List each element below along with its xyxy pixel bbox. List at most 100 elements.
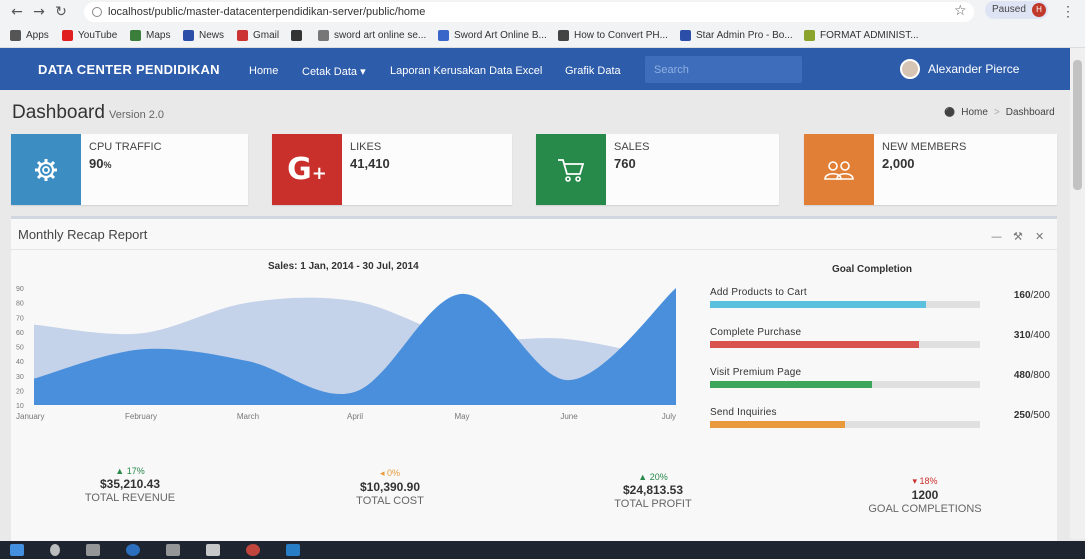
goal-label: Visit Premium Page	[710, 367, 802, 378]
goal-current: 250	[1013, 410, 1031, 421]
search-icon[interactable]	[50, 544, 60, 556]
nav-home[interactable]: Home	[249, 65, 278, 77]
chrome-icon[interactable]	[246, 544, 260, 556]
bookmark-item[interactable]: How to Convert PH...	[558, 30, 668, 41]
profile-paused-button[interactable]: Paused H	[985, 1, 1048, 19]
bookmark-item[interactable]: FORMAT ADMINIST...	[804, 30, 919, 41]
x-tick-label: March	[237, 412, 259, 421]
breadcrumb-home[interactable]: Home	[961, 107, 988, 118]
bookmark-label: News	[199, 30, 225, 41]
y-tick-label: 90	[16, 286, 24, 293]
goal-current: 480	[1013, 370, 1031, 381]
forward-icon[interactable]: →	[28, 4, 50, 20]
info-box-icon	[536, 134, 606, 205]
info-box-label: NEW MEMBERS	[882, 141, 967, 153]
stat-amount: 1200	[911, 488, 939, 502]
info-box-label: LIKES	[350, 141, 382, 153]
y-tick-label: 50	[16, 345, 24, 352]
bookmark-favicon-icon	[130, 30, 141, 41]
scrollbar-thumb[interactable]	[1073, 60, 1082, 190]
goal-progress-track	[710, 341, 980, 348]
goal-completion-title: Goal Completion	[832, 264, 912, 275]
bookmark-item[interactable]	[291, 30, 307, 41]
breadcrumb: ⚫ Home > Dashboard	[944, 107, 1055, 118]
bookmark-label: YouTube	[78, 30, 118, 41]
goal-progress-track	[710, 301, 980, 308]
x-tick-label: June	[560, 412, 578, 421]
dashboard-icon: ⚫	[944, 107, 956, 117]
page-subtitle: Version 2.0	[109, 109, 165, 121]
bookmark-item[interactable]: YouTube	[62, 30, 117, 41]
bookmark-item[interactable]: Star Admin Pro - Bo...	[680, 30, 793, 41]
bookmark-item[interactable]: Maps	[130, 30, 170, 41]
goal-total: /500	[1030, 410, 1050, 421]
nav-cetak-data[interactable]: Cetak Data ▾	[302, 65, 366, 78]
panel-title: Monthly Recap Report	[18, 227, 148, 242]
bookmark-star-icon[interactable]: ☆	[954, 3, 967, 19]
bookmark-item[interactable]: Sword Art Online B...	[438, 30, 547, 41]
app-navbar: DATA CENTER PENDIDIKAN Home Cetak Data ▾…	[0, 48, 1070, 90]
info-box-number: 90%	[89, 156, 111, 171]
close-icon[interactable]: ✕	[1035, 230, 1044, 243]
bookmark-item[interactable]: sword art online se...	[318, 30, 426, 41]
x-tick-label: April	[347, 412, 363, 421]
users-icon	[824, 160, 854, 180]
nav-laporan-kerusakan[interactable]: Laporan Kerusakan Data Excel	[390, 65, 542, 77]
reload-icon[interactable]: ↻	[50, 4, 72, 20]
goal-progress-fill	[710, 421, 845, 428]
cpu-value: 90	[89, 156, 104, 171]
stat-amount: $10,390.90	[359, 480, 421, 494]
bookmark-favicon-icon	[237, 30, 248, 41]
goal-progress-group: Visit Premium Page 480/800	[710, 367, 1050, 393]
browser-menu-icon[interactable]: ⋮	[1061, 3, 1075, 20]
bookmark-favicon-icon	[62, 30, 73, 41]
windows-start-icon[interactable]	[10, 544, 24, 556]
search-input[interactable]: Search	[645, 56, 802, 83]
stat-percent: ▾ 18%	[912, 476, 938, 486]
info-box-icon	[804, 134, 874, 205]
x-tick-label: July	[662, 412, 676, 421]
bookmark-item[interactable]: Apps	[10, 30, 49, 41]
wrench-icon[interactable]: ⚒	[1013, 230, 1023, 243]
goal-current: 310	[1013, 330, 1031, 341]
info-box-number: 2,000	[882, 156, 915, 171]
goal-current: 160	[1013, 290, 1031, 301]
goal-total: /400	[1030, 330, 1050, 341]
goal-progress-group: Complete Purchase 310/400	[710, 327, 1050, 353]
app-icon[interactable]	[206, 544, 220, 556]
back-icon[interactable]: ←	[6, 4, 28, 20]
brand-logo[interactable]: DATA CENTER PENDIDIKAN	[38, 62, 220, 77]
goal-value: 160/200	[1014, 290, 1050, 301]
goal-progress-group: Add Products to Cart 160/200	[710, 287, 1050, 313]
x-tick-label: May	[454, 412, 469, 421]
store-icon[interactable]	[166, 544, 180, 556]
address-bar[interactable]: localhost/public/master-datacenterpendid…	[84, 2, 974, 22]
collapse-icon[interactable]: —	[991, 230, 1002, 243]
info-box-sales: SALES 760	[536, 134, 779, 205]
nav-grafik-data[interactable]: Grafik Data	[565, 65, 621, 77]
task-view-icon[interactable]	[86, 544, 100, 556]
sales-area-chart: 90 80 70 60 50 40 30 20 10 January February March Ap…	[16, 286, 677, 421]
goal-progress-fill	[710, 301, 926, 308]
goal-total: /800	[1030, 370, 1050, 381]
info-box-cpu: CPU TRAFFIC 90%	[11, 134, 248, 205]
bookmark-item[interactable]: News	[183, 30, 224, 41]
vscode-icon[interactable]	[286, 544, 300, 556]
stat-label: TOTAL COST	[356, 495, 424, 507]
bookmark-item[interactable]: Gmail	[237, 30, 279, 41]
stat-amount: $24,813.53	[622, 483, 684, 497]
gear-icon	[35, 158, 57, 181]
bookmark-favicon-icon	[183, 30, 194, 41]
info-box-number: 41,410	[350, 156, 390, 171]
info-icon[interactable]	[92, 7, 102, 17]
bookmark-label: Apps	[26, 30, 49, 41]
breadcrumb-separator: >	[993, 107, 1000, 118]
goal-value: 480/800	[1014, 370, 1050, 381]
page-scrollbar[interactable]	[1070, 48, 1085, 539]
edge-icon[interactable]	[126, 544, 140, 556]
user-menu[interactable]: Alexander Pierce	[900, 59, 1019, 79]
chart-title: Sales: 1 Jan, 2014 - 30 Jul, 2014	[268, 261, 419, 272]
bookmark-label: How to Convert PH...	[574, 30, 668, 41]
info-box-icon: G+	[272, 134, 342, 205]
google-plus-icon: G+	[287, 152, 327, 187]
